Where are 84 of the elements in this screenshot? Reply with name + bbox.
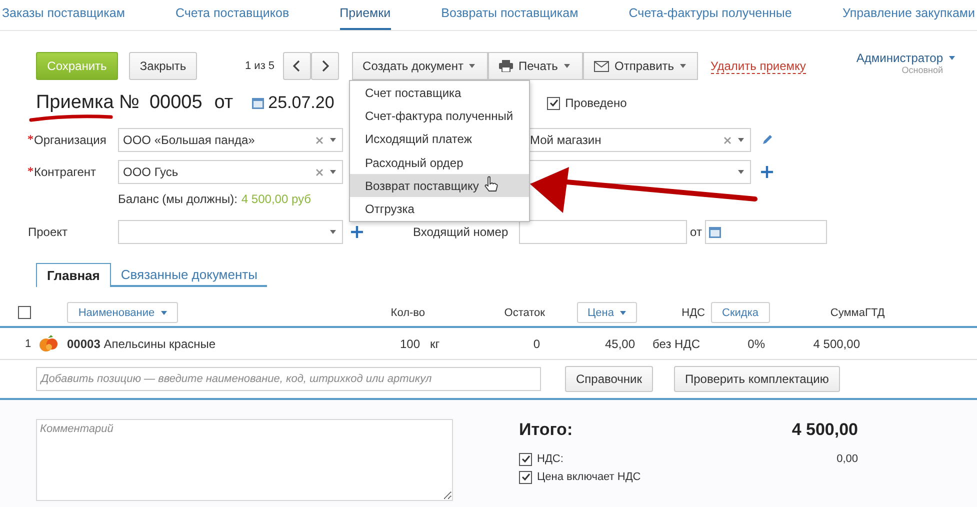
- add-row-button[interactable]: Проверить комплектацию: [674, 366, 840, 392]
- table-cell-text: 100: [400, 336, 421, 350]
- menu-item[interactable]: Счет-фактура полученный: [350, 104, 529, 128]
- create-document-button[interactable]: Создать документ: [352, 52, 488, 80]
- nav-tab[interactable]: Управление закупками: [842, 0, 975, 30]
- user-role: Основной: [902, 65, 943, 75]
- document-title: Приемка №: [36, 92, 140, 113]
- print-button[interactable]: Печать: [488, 52, 583, 80]
- organization-select[interactable]: ООО «Большая панда»: [118, 128, 343, 152]
- comment-field[interactable]: Комментарий: [36, 419, 453, 501]
- hand-cursor-icon: [484, 176, 498, 193]
- from-label: от: [689, 225, 703, 239]
- add-item-field[interactable]: Добавить позицию — введите наименование, код, штрихкод или артикул: [36, 367, 541, 391]
- column-header: Остаток: [504, 306, 545, 318]
- table-cell-text: 45,00: [604, 336, 636, 350]
- counterparty-select[interactable]: ООО Гусь: [118, 160, 343, 184]
- incoming-number-field[interactable]: [519, 220, 687, 244]
- table-cell-text: 00003 Апельсины красные: [66, 336, 217, 350]
- column-header: Сумма: [830, 306, 865, 318]
- incoming-number-label: Входящий номер: [413, 225, 510, 239]
- checkbox[interactable]: [18, 306, 31, 319]
- caret-icon[interactable]: [949, 56, 955, 60]
- menu-item[interactable]: Возврат поставщику: [350, 174, 529, 198]
- pager-text: 1 из 5: [245, 60, 275, 72]
- organization-label: Организация: [34, 133, 106, 147]
- previous-button[interactable]: [282, 52, 311, 80]
- nav-tab[interactable]: Счета поставщиков: [176, 0, 290, 30]
- fruit-icon: [39, 334, 60, 352]
- total-label: Итого:: [519, 420, 573, 440]
- column-header: Кол-во: [390, 306, 425, 318]
- nav-tab[interactable]: Заказы поставщикам: [2, 0, 125, 30]
- checkbox[interactable]: [519, 452, 532, 466]
- nav-tab[interactable]: Возвраты поставщикам: [441, 0, 578, 30]
- printer-icon: [498, 60, 513, 72]
- balance-label: Баланс (мы должны):: [118, 192, 238, 208]
- project-label: Проект: [28, 225, 68, 239]
- column-header-button[interactable]: Скидка: [711, 302, 770, 323]
- option-value: 0,00: [836, 453, 858, 465]
- envelope-icon: [594, 60, 609, 72]
- send-button[interactable]: Отправить: [582, 52, 698, 80]
- column-header: ГТД: [865, 306, 885, 318]
- posted-label: Проведено: [565, 96, 627, 110]
- clear-icon[interactable]: [316, 168, 323, 176]
- calendar-icon[interactable]: [709, 226, 721, 238]
- counterparty-label: Контрагент: [34, 165, 96, 179]
- table-cell-text: 4 500,00: [813, 336, 861, 350]
- row-number: 1: [25, 338, 32, 350]
- total-value: 4 500,00: [792, 420, 858, 440]
- next-button[interactable]: [310, 52, 339, 80]
- clear-icon[interactable]: [316, 136, 323, 144]
- add-icon[interactable]: [761, 166, 773, 178]
- add-row-button[interactable]: Справочник: [565, 366, 653, 392]
- table-cell-text: кг: [429, 336, 441, 350]
- option-label: Цена включает НДС: [537, 471, 641, 483]
- table-cell-text: 0: [533, 336, 541, 350]
- column-header: НДС: [682, 306, 705, 318]
- menu-item[interactable]: Счет поставщика: [350, 81, 529, 104]
- menu-item[interactable]: Отгрузка: [350, 197, 529, 221]
- option-label: НДС:: [537, 453, 564, 465]
- clear-icon[interactable]: [724, 136, 731, 144]
- table-cell-text: 0%: [748, 336, 766, 350]
- add-icon[interactable]: [351, 226, 363, 238]
- nav-tab[interactable]: Приемки: [340, 0, 391, 30]
- pencil-icon[interactable]: [761, 134, 773, 146]
- document-tab[interactable]: Связанные документы: [110, 263, 268, 287]
- column-header-button[interactable]: Наименование: [67, 302, 178, 323]
- nav-tab[interactable]: Счета-фактуры полученные: [628, 0, 792, 30]
- menu-item[interactable]: Расходный ордер: [350, 150, 529, 174]
- from-label: от: [214, 92, 234, 114]
- column-header-button[interactable]: Цена: [576, 302, 637, 323]
- document-date: 25.07.20: [268, 93, 334, 113]
- calendar-icon[interactable]: [252, 97, 264, 109]
- table-cell-text: без НДС: [652, 336, 701, 350]
- delete-link[interactable]: Удалить приемку: [710, 58, 806, 74]
- checkbox[interactable]: [519, 470, 532, 484]
- chevron-left-icon: [292, 60, 301, 72]
- close-button[interactable]: Закрыть: [129, 52, 197, 80]
- user-name[interactable]: Администратор: [856, 51, 943, 65]
- chevron-right-icon: [320, 60, 329, 72]
- document-number: 00005: [149, 92, 202, 114]
- document-tab[interactable]: Главная: [36, 263, 111, 287]
- balance-amount: 4 500,00 руб: [241, 192, 312, 208]
- checkbox[interactable]: [547, 96, 560, 110]
- date-field[interactable]: [705, 220, 827, 244]
